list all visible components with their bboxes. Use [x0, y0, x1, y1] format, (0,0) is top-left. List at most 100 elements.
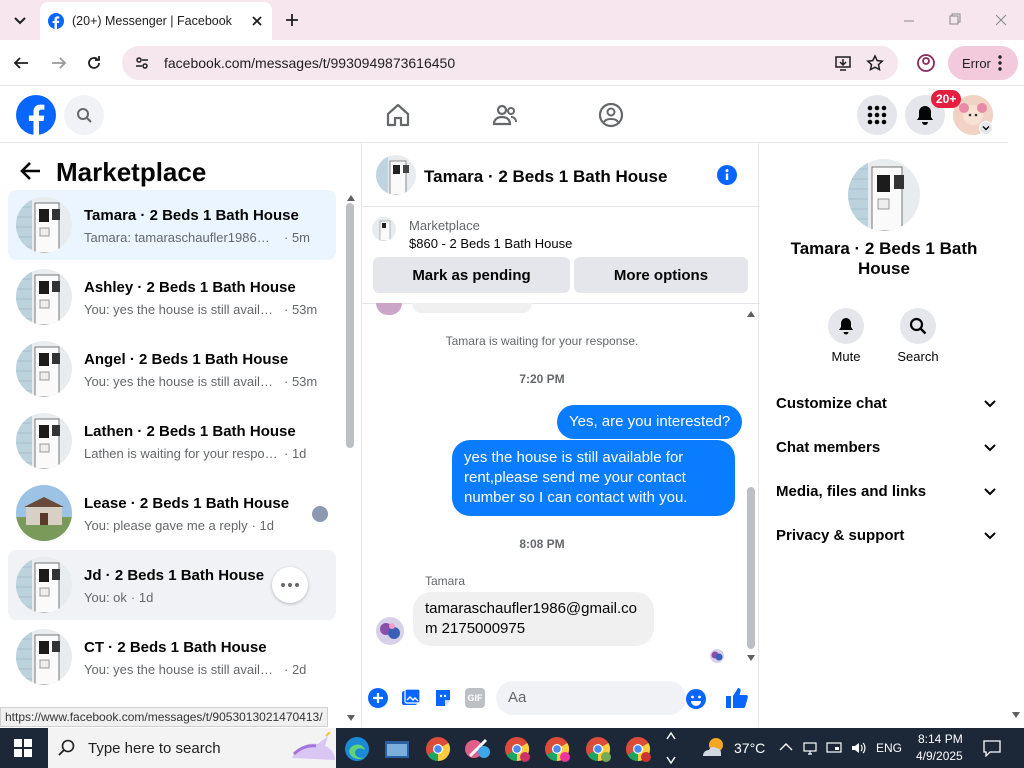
- home-icon[interactable]: [385, 102, 411, 128]
- conversation-info-icon[interactable]: [717, 165, 737, 185]
- outgoing-message[interactable]: yes the house is still available for ren…: [452, 440, 735, 516]
- thread-preview-text: You: please gave me a reply: [84, 518, 248, 533]
- groups-icon[interactable]: [598, 102, 624, 128]
- photo-icon[interactable]: [401, 688, 421, 708]
- thread-row[interactable]: Jd · 2 Beds 1 Bath House You: ok · 1d: [8, 550, 336, 620]
- thread-list-scrollbar[interactable]: [346, 203, 354, 448]
- back-icon[interactable]: [12, 54, 30, 72]
- chat-scroll-up-icon[interactable]: [747, 311, 755, 317]
- search-label[interactable]: Search: [894, 349, 942, 364]
- mute-label[interactable]: Mute: [822, 349, 870, 364]
- weather-icon[interactable]: [700, 736, 728, 760]
- site-info-icon[interactable]: [134, 55, 150, 71]
- snipping-tool-icon[interactable]: [464, 736, 492, 762]
- chrome-profile-icon[interactable]: [504, 736, 530, 762]
- clock-date[interactable]: 4/9/2025: [916, 749, 963, 763]
- thread-row[interactable]: Angel · 2 Beds 1 Bath House You: yes the …: [8, 334, 336, 404]
- bookmark-star-icon[interactable]: [866, 54, 884, 72]
- facebook-logo-icon[interactable]: [16, 95, 56, 135]
- notification-badge: 20+: [931, 90, 962, 108]
- install-app-icon[interactable]: [834, 54, 852, 72]
- like-thumb-icon[interactable]: [725, 686, 749, 710]
- thread-more-options-icon[interactable]: [272, 567, 308, 603]
- menu-grid-icon[interactable]: [857, 95, 897, 135]
- emoji-icon[interactable]: [685, 688, 707, 710]
- message-input[interactable]: Aa: [496, 681, 686, 715]
- edge-browser-icon[interactable]: [344, 736, 370, 762]
- section-chat-members[interactable]: Chat members: [776, 439, 996, 456]
- minimize-icon[interactable]: [902, 14, 916, 28]
- search-in-chat-icon[interactable]: [900, 308, 936, 344]
- account-chevron-icon[interactable]: [979, 121, 993, 135]
- incoming-message[interactable]: tamaraschaufler1986@gmail.com 2175000975: [413, 592, 654, 646]
- gif-icon[interactable]: GIF: [465, 688, 485, 708]
- chat-title[interactable]: Tamara · 2 Beds 1 Bath House: [424, 167, 667, 187]
- thread-name: Ashley · 2 Beds 1 Bath House: [84, 279, 296, 296]
- outgoing-message[interactable]: Yes, are you interested?: [557, 405, 743, 439]
- chrome-profile-icon[interactable]: [625, 736, 651, 762]
- close-tab-icon[interactable]: [250, 14, 264, 28]
- scroll-down-icon[interactable]: [347, 715, 355, 721]
- clock-time[interactable]: 8:14 PM: [918, 732, 963, 746]
- more-options-button[interactable]: More options: [574, 257, 748, 293]
- taskbar-search-box[interactable]: Type here to search: [48, 728, 336, 768]
- thread-row[interactable]: CT · 2 Beds 1 Bath House You: yes the hou…: [8, 622, 336, 692]
- weather-temp[interactable]: 37°C: [734, 740, 765, 756]
- friends-icon[interactable]: [492, 102, 518, 128]
- chat-scrollbar[interactable]: [747, 487, 755, 649]
- file-explorer-icon[interactable]: [384, 736, 410, 762]
- thread-row[interactable]: Lease · 2 Beds 1 Bath House You: please g…: [8, 478, 336, 548]
- language-indicator[interactable]: ENG: [876, 741, 902, 755]
- facebook-search-icon[interactable]: [64, 95, 104, 135]
- windows-start-icon[interactable]: [14, 739, 32, 757]
- scroll-up-icon[interactable]: [347, 195, 355, 201]
- conversation-info-panel: Tamara · 2 Beds 1 Bath House Mute Search…: [760, 143, 1008, 727]
- thread-preview-text: You: yes the house is still availabl...: [84, 374, 280, 389]
- close-window-icon[interactable]: [994, 13, 1008, 27]
- tray-chevron-up-icon[interactable]: [779, 742, 793, 752]
- timestamp-808: 8:08 PM: [519, 537, 565, 551]
- taskbar-scroll-icon[interactable]: [666, 730, 676, 766]
- chrome-icon[interactable]: [425, 736, 451, 762]
- chrome-profile-icon[interactable]: [544, 736, 570, 762]
- forward-icon[interactable]: [50, 54, 68, 72]
- chrome-profile-icon[interactable]: [585, 736, 611, 762]
- listing-thumbnail[interactable]: [372, 217, 396, 241]
- section-media-files-links[interactable]: Media, files and links: [776, 483, 996, 500]
- chat-header: Tamara · 2 Beds 1 Bath House: [362, 143, 760, 207]
- sticker-icon[interactable]: [433, 688, 453, 708]
- thread-time: · 5m: [284, 230, 310, 245]
- profile-icon[interactable]: [916, 53, 936, 73]
- network-icon[interactable]: [802, 740, 818, 756]
- thread-preview-text: Lathen is waiting for your response.: [84, 446, 280, 461]
- section-customize-chat[interactable]: Customize chat: [776, 395, 996, 412]
- windows-taskbar: Type here to search 37°C ENG 8:14 PM 4/9…: [0, 728, 1024, 768]
- chat-scroll-down-icon[interactable]: [747, 655, 755, 661]
- kebab-menu-icon[interactable]: [998, 55, 1002, 71]
- restore-icon[interactable]: [948, 13, 962, 27]
- notification-center-icon[interactable]: [983, 739, 1001, 757]
- volume-icon[interactable]: [850, 740, 866, 756]
- new-tab-icon[interactable]: [284, 12, 300, 28]
- section-privacy-support[interactable]: Privacy & support: [776, 527, 996, 544]
- browser-tab[interactable]: (20+) Messenger | Facebook: [40, 2, 272, 40]
- thread-avatar: [16, 341, 72, 397]
- sender-avatar[interactable]: [376, 617, 404, 645]
- info-avatar[interactable]: [848, 159, 920, 231]
- display-icon[interactable]: [826, 740, 842, 756]
- mark-as-pending-button[interactable]: Mark as pending: [373, 257, 570, 293]
- back-arrow-icon[interactable]: [20, 161, 42, 181]
- plus-actions-icon[interactable]: [368, 688, 388, 708]
- thread-row[interactable]: Ashley · 2 Beds 1 Bath House You: yes the…: [8, 262, 336, 332]
- tab-list-icon[interactable]: [10, 10, 30, 30]
- search-highlight-unicorn-icon[interactable]: [286, 732, 342, 766]
- chat-avatar[interactable]: [376, 155, 416, 195]
- thread-row[interactable]: Tamara · 2 Beds 1 Bath House Tamara: tama…: [8, 190, 336, 260]
- reload-icon[interactable]: [85, 54, 103, 72]
- page-scroll-down-icon[interactable]: [1012, 712, 1020, 718]
- profile-error-button[interactable]: Error: [948, 46, 1018, 80]
- listing-detail[interactable]: $860 - 2 Beds 1 Bath House: [409, 236, 572, 251]
- mute-bell-icon[interactable]: [828, 308, 864, 344]
- thread-row[interactable]: Lathen · 2 Beds 1 Bath House Lathen is wa…: [8, 406, 336, 476]
- omnibox[interactable]: facebook.com/messages/t/9930949873616450: [122, 46, 898, 80]
